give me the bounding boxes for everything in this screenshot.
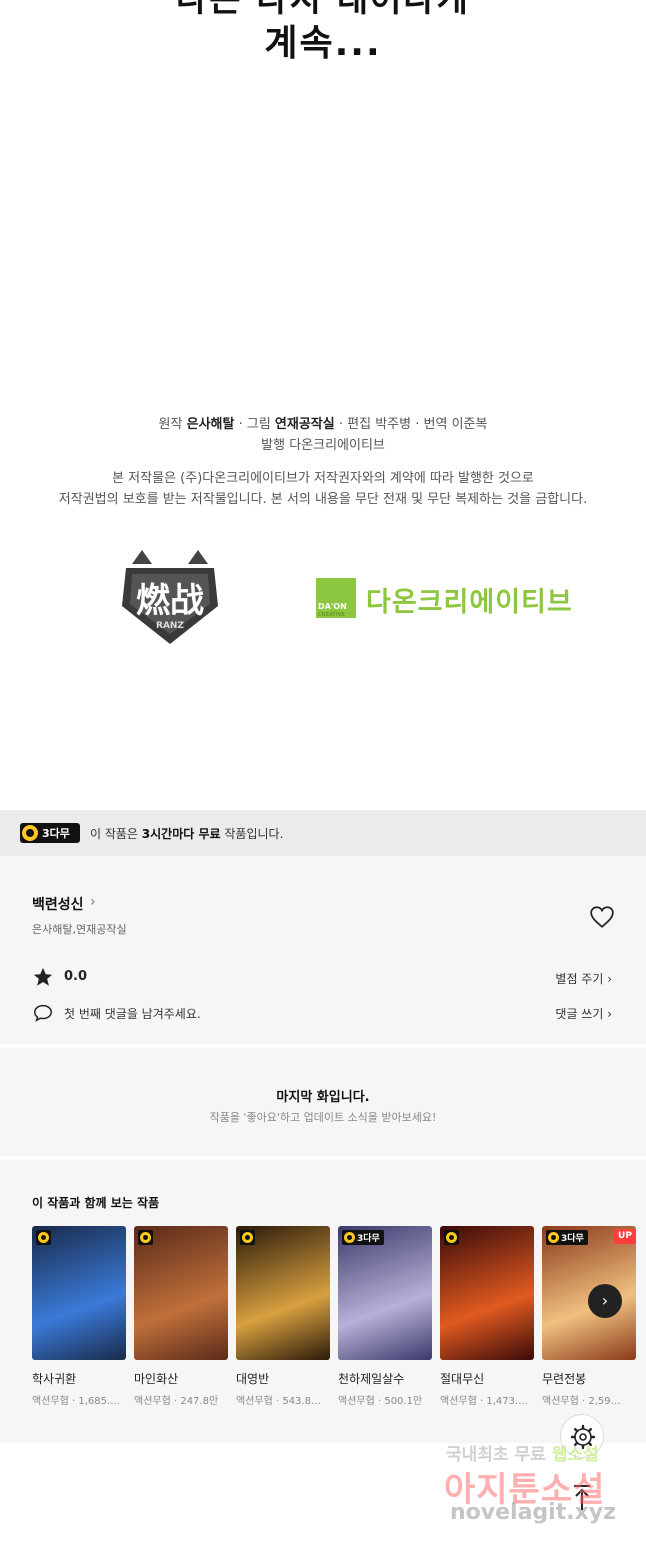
recommendation-card[interactable]: 학사귀환액션무협 · 1,685.… [32,1226,126,1416]
daon-mark-text: DA'ON [318,602,347,611]
copyright-line-1: 본 저작물은 (주)다온크리에이티브가 저작권자와의 계약에 따라 발행한 것으… [112,471,534,486]
editor: 박주병 [375,417,412,432]
free-text-prefix: 이 작품은 [90,827,142,841]
translator: 이준복 [451,417,488,432]
copyright-line-2: 저작권법의 보호를 받는 저작물입니다. 본 서의 내용을 무단 전재 및 무단… [58,492,588,507]
next-arrow-button[interactable]: › [588,1284,622,1318]
recommendation-title[interactable]: 대영반 [236,1370,269,1387]
rate-button[interactable]: 별점 주기 › [555,970,612,987]
ranzhan-logo: 燃战 RANZ [122,550,218,644]
rating-value: 0.0 [64,969,88,984]
free-badge [36,1230,51,1245]
credits: 원작 은사해탈 · 그림 연재공작실 · 편집 박주병 · 번역 이준복 발행 … [0,414,646,456]
comment-prompt: 첫 번째 댓글을 남겨주세요. [64,1007,201,1021]
watermark-line-3: novelagit.xyz [450,1500,616,1525]
recommendation-title[interactable]: 절대무신 [440,1370,484,1387]
daon-creative-logo: DA'ON CREATIVE 다온크리에이티브 [316,578,586,624]
publisher-label: 발행 [261,438,286,453]
write-comment-button[interactable]: 댓글 쓰기 › [555,1005,612,1022]
recommendation-meta: 액션무협 · 247.8만 [134,1396,219,1407]
clock-icon [242,1232,253,1243]
free-badge-label: 3다무 [42,827,70,840]
svg-text:燃战: 燃战 [136,581,204,621]
heart-icon[interactable] [589,904,615,930]
recommendation-card[interactable]: 마인화산액션무협 · 247.8만 [134,1226,228,1416]
last-episode-title: 마지막 화입니다. [276,1090,370,1105]
free-banner: 3다무 이 작품은 3시간마다 무료 작품입니다. [0,810,646,856]
recommendation-meta: 액션무협 · 1,473.… [440,1396,529,1407]
series-title[interactable]: 백련성신 [32,894,84,914]
recommendation-title[interactable]: 무련전봉 [542,1370,586,1387]
clock-icon [446,1232,457,1243]
publisher: 다온크리에이티브 [289,438,385,453]
free-badge: 3다무 [342,1230,384,1245]
daon-logo-name: 다온크리에이티브 [366,587,573,618]
clock-icon [344,1232,355,1243]
free-text-bold: 3시간마다 무료 [141,827,221,841]
daon-logo-mark: DA'ON CREATIVE [316,578,356,618]
page: 나는 다시 태어나게 계속... 원작 은사해탈 · 그림 연재공작실 · 편집… [0,0,646,1559]
clock-icon [548,1232,559,1243]
up-badge: UP [614,1229,636,1244]
watermark: 국내최초 무료 웹소설 아지툰소설 novelagit.xyz [440,1440,640,1550]
credits-line-1: 원작 은사해탈 · 그림 연재공작실 · 편집 박주병 · 번역 이준복 [158,417,488,432]
series-authors: 은사해탈,연재공작실 [32,923,127,936]
original-author: 은사해탈 [186,417,235,432]
recommendations: 이 작품과 함께 보는 작품 학사귀환 액션무협 · 1,685.… 마인화산 액션무… [0,1160,646,1443]
comic-panel: 나는 다시 태어나게 계속... [0,0,646,400]
credits-line-2: 발행 다온크리에이티브 [0,435,646,456]
copyright-notice: 본 저작물은 (주)다온크리에이티브가 저작권자와의 계약에 따라 발행한 것으… [0,468,646,510]
comic-continue-text: 계속... [264,23,382,64]
art-author: 연재공작실 [274,417,335,432]
last-episode-notice: 마지막 화입니다. 작품을 '좋아요'하고 업데이트 소식을 받아보세요! [0,1048,646,1156]
recommendation-title[interactable]: 학사귀환 [32,1370,76,1387]
free-badge [240,1230,255,1245]
comment-icon [34,1004,52,1022]
free-badge [138,1230,153,1245]
svg-text:RANZ: RANZ [156,621,184,631]
recommendations-row: 학사귀환 액션무협 · 1,685.… 마인화산 액션무협 · 247.8만 대영반 액션… [32,1226,646,1416]
recommendation-thumbnail[interactable] [440,1226,534,1360]
recommendation-card[interactable]: 절대무신액션무협 · 1,473.… [440,1226,534,1416]
free-badge: 3다무 [20,823,80,843]
clock-icon [22,825,38,841]
last-episode-subtitle: 작품을 '좋아요'하고 업데이트 소식을 받아보세요! [209,1111,437,1124]
original-label: 원작 [158,417,183,432]
recommendation-card[interactable]: 3다무 UP 무련전봉액션무협 · 2,59… [542,1226,636,1416]
free-banner-text: 이 작품은 3시간마다 무료 작품입니다. [90,825,283,842]
clock-icon [140,1232,151,1243]
art-label: 그림 [246,417,271,432]
star-icon [33,967,53,986]
daon-mark-creative: CREATIVE [318,612,345,618]
recommendation-thumbnail[interactable] [236,1226,330,1360]
recommendation-meta: 액션무협 · 500.1만 [338,1396,423,1407]
recommendation-thumbnail[interactable]: 3다무 [338,1226,432,1360]
recommendations-title: 이 작품과 함께 보는 작품 [32,1196,160,1210]
recommendation-meta: 액션무협 · 2,59… [542,1396,621,1407]
recommendation-title[interactable]: 천하제일살수 [338,1370,404,1387]
publisher-logos: 燃战 RANZ DA'ON CREATIVE 다온크리에이티브 [0,540,646,650]
free-badge-label: 3다무 [561,1234,584,1244]
recommendation-meta: 액션무협 · 543.8… [236,1396,321,1407]
recommendation-title[interactable]: 마인화산 [134,1370,178,1387]
chevron-right-icon[interactable]: › [90,894,96,910]
recommendation-card[interactable]: 3다무천하제일살수액션무협 · 500.1만 [338,1226,432,1416]
free-badge [444,1230,459,1245]
translate-label: 번역 [423,417,448,432]
free-badge-label: 3다무 [357,1234,380,1244]
recommendation-thumbnail[interactable] [32,1226,126,1360]
clock-icon [38,1232,49,1243]
free-text-suffix: 작품입니다. [220,827,284,841]
recommendation-card[interactable]: 대영반액션무협 · 543.8… [236,1226,330,1416]
edit-label: 편집 [347,417,372,432]
recommendation-meta: 액션무협 · 1,685.… [32,1396,121,1407]
recommendation-thumbnail[interactable] [134,1226,228,1360]
free-badge: 3다무 [546,1230,588,1245]
series-info: 백련성신 › 은사해탈,연재공작실 0.0 별점 주기 › 첫 번째 댓글을 남… [0,856,646,1044]
